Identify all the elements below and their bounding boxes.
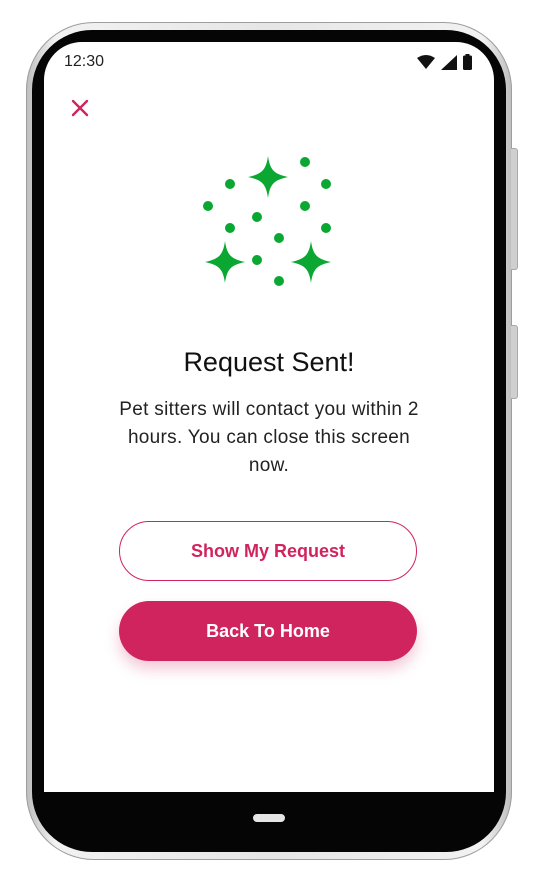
close-button[interactable] [66, 94, 94, 122]
screen: 12:30 Request Sent! Pet sitters will con… [44, 42, 494, 792]
home-indicator[interactable] [253, 814, 285, 822]
status-bar: 12:30 [44, 42, 494, 82]
page-title: Request Sent! [183, 347, 355, 377]
volume-button [511, 148, 518, 270]
power-button [511, 325, 518, 399]
back-to-home-button[interactable]: Back To Home [119, 601, 417, 661]
sparkles-icon [203, 156, 331, 286]
show-my-request-button[interactable]: Show My Request [119, 521, 417, 581]
wifi-icon [417, 55, 435, 69]
close-icon [71, 99, 89, 117]
status-time: 12:30 [64, 53, 105, 70]
cell-signal-icon [441, 54, 457, 70]
status-icons [417, 54, 472, 70]
confirmation-message: Pet sitters will contact you within 2 ho… [119, 399, 419, 476]
battery-icon [463, 54, 472, 70]
